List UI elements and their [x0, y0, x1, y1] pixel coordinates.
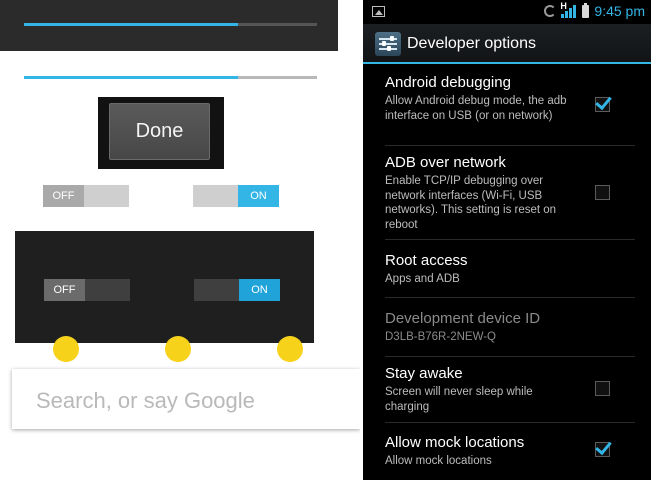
dark-slider-container	[0, 0, 338, 51]
divider	[385, 356, 635, 357]
weather-sun-icon	[53, 336, 79, 362]
stay-awake-checkbox[interactable]	[595, 381, 610, 396]
dark-toggle-container: OFF ON	[15, 231, 314, 343]
light-toggle-on[interactable]: ON	[193, 185, 279, 207]
weather-sun-icon	[277, 336, 303, 362]
dark-seekbar[interactable]	[24, 23, 317, 26]
setting-title: ADB over network	[385, 154, 506, 171]
status-bar: H 9:45 pm	[363, 0, 651, 24]
bottom-background	[0, 429, 360, 480]
network-type-label: H	[560, 0, 567, 11]
dark-toggle-off[interactable]: OFF	[44, 279, 130, 301]
seekbar-remaining	[238, 76, 317, 79]
developer-options-screen: H 9:45 pm Developer options Android debu…	[363, 0, 651, 480]
rotate-icon	[544, 5, 557, 17]
divider	[385, 422, 635, 423]
divider	[385, 239, 635, 240]
action-bar: Developer options	[363, 24, 651, 64]
image-icon	[372, 6, 385, 17]
light-seekbar[interactable]	[24, 76, 317, 79]
setting-title: Root access	[385, 252, 468, 269]
setting-summary: Screen will never sleep while charging	[385, 386, 533, 413]
weather-sun-icon	[165, 336, 191, 362]
search-placeholder: Search, or say Google	[36, 388, 255, 413]
developer-options-icon[interactable]	[375, 32, 401, 56]
dark-toggle-on[interactable]: ON	[194, 279, 280, 301]
battery-icon	[582, 2, 590, 18]
setting-summary: D3LB-B76R-2NEW-Q	[385, 331, 496, 343]
toggle-thumb-off: OFF	[43, 185, 84, 207]
status-clock: 9:45 pm	[594, 3, 645, 19]
toggle-thumb-on: ON	[239, 279, 280, 301]
setting-title: Development device ID	[385, 310, 541, 327]
setting-summary: Allow Android debug mode, the adb interf…	[385, 95, 567, 122]
allow-mock-locations-checkbox[interactable]	[595, 437, 612, 457]
setting-summary: Apps and ADB	[385, 273, 460, 285]
divider	[385, 297, 635, 298]
signal-icon: H	[560, 1, 577, 18]
setting-title: Stay awake	[385, 365, 463, 382]
toggle-thumb-off: OFF	[44, 279, 85, 301]
setting-title: Android debugging	[385, 74, 511, 91]
setting-development-device-id: Development device ID D3LB-B76R-2NEW-Q	[385, 310, 635, 345]
setting-summary: Enable TCP/IP debugging over network int…	[385, 175, 557, 231]
done-button-container: Done	[98, 97, 224, 169]
android-debugging-checkbox[interactable]	[595, 92, 612, 112]
setting-summary: Allow mock locations	[385, 455, 492, 467]
google-search-bar[interactable]: Search, or say Google	[12, 369, 360, 429]
widget-samples-panel: Done OFF ON OFF ON 18 21 20 Search, or s…	[0, 0, 360, 480]
light-toggle-off[interactable]: OFF	[43, 185, 129, 207]
setting-root-access[interactable]: Root access Apps and ADB	[385, 252, 635, 287]
done-button[interactable]: Done	[109, 103, 210, 160]
seekbar-remaining	[238, 23, 317, 26]
page-title: Developer options	[407, 35, 536, 52]
seekbar-fill	[24, 76, 238, 79]
divider	[385, 145, 635, 146]
adb-over-network-checkbox[interactable]	[595, 185, 610, 200]
toggle-thumb-on: ON	[238, 185, 279, 207]
seekbar-fill	[24, 23, 238, 26]
